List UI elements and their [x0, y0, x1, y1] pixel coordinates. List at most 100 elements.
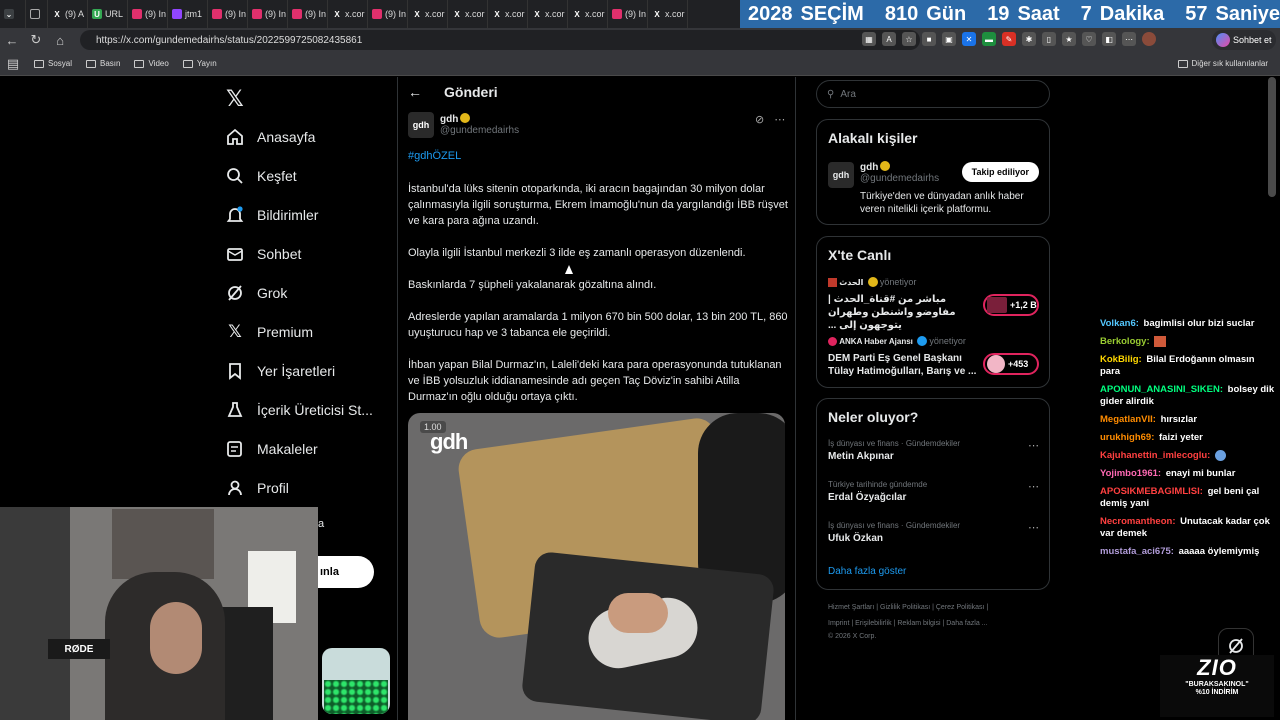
bookmarks-menu-icon[interactable]: ▤ [6, 52, 20, 76]
browser-tab[interactable]: Xx.cor [328, 0, 368, 28]
favorite-star-icon[interactable]: ☆ [902, 32, 916, 46]
browser-tab[interactable]: Xx.cor [528, 0, 568, 28]
post-button[interactable]: ınla [318, 556, 374, 588]
more-options-icon[interactable]: ⋯ [1028, 439, 1039, 452]
live-title-text[interactable]: DEM Parti Eş Genel Başkanı Tülay Hatimoğ… [828, 352, 978, 378]
url-field[interactable]: https://x.com/gundemedairhs/status/20225… [80, 30, 920, 50]
trends-title: Neler oluyor? [828, 409, 919, 425]
sidebar-item-grok[interactable]: Grok [226, 273, 373, 312]
chat-text: hırsızlar [1160, 414, 1198, 426]
browser-tab[interactable]: (9) In [128, 0, 168, 28]
chat-message: Kajuhanettin_imlecoglu: [1100, 450, 1275, 462]
split-screen-icon[interactable]: ▯ [1042, 32, 1056, 46]
home-icon[interactable]: ⌂ [48, 28, 72, 52]
browser-tab[interactable] [26, 0, 48, 28]
browser-tab[interactable]: (9) In [248, 0, 288, 28]
chat-message: urukhigh69: faizi yeter [1100, 432, 1275, 444]
sidebar-item-chat[interactable]: Sohbet [226, 234, 373, 273]
live-on-x-card: X'te Canlı الحدث yönetiyor مباشر من #قنا… [816, 236, 1050, 388]
live-listener-count[interactable]: +453 [983, 353, 1039, 375]
copilot-chat-button[interactable]: Sohbet et [1212, 30, 1276, 50]
browser-tab[interactable]: U URL [88, 0, 128, 28]
live-host[interactable]: ANKA Haber Ajansı yönetiyor [828, 335, 966, 347]
sidebar-item-premium[interactable]: 𝕏 Premium [226, 312, 373, 351]
sidebar-item-profile[interactable]: Profil [226, 468, 373, 507]
tab-label: x.cor [545, 9, 565, 19]
live-host[interactable]: الحدث yönetiyor [828, 276, 916, 288]
tab-label: URL [105, 9, 124, 19]
related-handle: @gundemedairhs [860, 173, 940, 184]
trend-item[interactable]: İş dünyası ve finans · Gündemdekiler Ufuk… [828, 521, 960, 544]
browser-tab[interactable]: ⌄ [0, 0, 26, 28]
search-input[interactable]: ⚲ Ara [816, 80, 1050, 108]
post-hashtag[interactable]: #gdhÖZEL [408, 150, 461, 162]
read-aloud-icon[interactable]: A [882, 32, 896, 46]
browser-tab[interactable]: (9) In [208, 0, 248, 28]
back-arrow-icon[interactable]: ← [408, 84, 422, 100]
more-icon[interactable]: ⋯ [1122, 32, 1136, 46]
avatar[interactable] [1142, 32, 1156, 46]
sidebar-item-creator-studio[interactable]: İçerik Üreticisi St... [226, 390, 373, 429]
x-logo-icon[interactable]: 𝕏 [226, 86, 244, 112]
puzzle-icon[interactable]: ✱ [1022, 32, 1036, 46]
sidebar-item-bookmarks[interactable]: Yer İşaretleri [226, 351, 373, 390]
bookmark-folder[interactable]: Sosyal [34, 59, 72, 68]
browser-tab[interactable]: (9) In [368, 0, 408, 28]
browser-tab[interactable]: jtm1 [168, 0, 208, 28]
browser-tab[interactable]: (9) In [608, 0, 648, 28]
extension-icon[interactable]: ✕ [962, 32, 976, 46]
sidebar-item-home[interactable]: Anasayfa [226, 117, 373, 156]
author-block[interactable]: gdh @gundemedairhs [440, 113, 519, 136]
related-avatar[interactable]: gdh [828, 162, 854, 188]
sidebar-item-explore[interactable]: Keşfet [226, 156, 373, 195]
grok-explain-icon[interactable]: ⊘ [755, 113, 764, 126]
author-avatar[interactable]: gdh [408, 112, 434, 138]
x-icon: X [574, 9, 580, 19]
browser-tab[interactable]: Xx.cor [648, 0, 688, 28]
page-scrollbar[interactable] [1268, 77, 1276, 197]
favorites-icon[interactable]: ★ [1062, 32, 1076, 46]
following-button[interactable]: Takip ediliyor [961, 162, 1039, 182]
bookmark-folder-other[interactable]: Diğer sık kullanılanlar [1177, 59, 1268, 68]
trend-item[interactable]: İş dünyası ve finans · Gündemdekiler Meti… [828, 439, 960, 462]
folder-icon [1177, 59, 1188, 68]
reload-icon[interactable]: ↻ [24, 28, 48, 52]
more-options-icon[interactable]: ⋯ [1028, 480, 1039, 493]
browser-tab[interactable]: (9) In [288, 0, 328, 28]
extension-icon[interactable]: ▬ [982, 32, 996, 46]
post-video[interactable]: 1.00 gdh [408, 413, 785, 720]
footer-links[interactable]: Imprint | Erişilebilirlik | Reklam bilgi… [828, 620, 988, 627]
tab-menu-icon[interactable]: ⌄ [4, 9, 14, 19]
browser-tab[interactable]: Xx.cor [448, 0, 488, 28]
heart-icon[interactable]: ♡ [1082, 32, 1096, 46]
apps-icon[interactable]: ▦ [862, 32, 876, 46]
tab-label: jtm1 [185, 9, 203, 19]
trend-item[interactable]: Türkiye tarihinde gündemde Erdal Özyağcıl… [828, 480, 927, 503]
browser-tab[interactable]: Xx.cor [568, 0, 608, 28]
bookmark-folder[interactable]: Video [134, 59, 169, 68]
live-title-text[interactable]: مباشر من #قناة_الحدث | مفاوضو واشنطن وطه… [828, 293, 978, 332]
countdown-hours: 19 [987, 2, 1010, 25]
bookmark-folder[interactable]: Yayın [182, 59, 217, 68]
bookmark-folder[interactable]: Basın [86, 59, 120, 68]
extension-icon[interactable]: ✎ [1002, 32, 1016, 46]
extension-icon[interactable]: ▣ [942, 32, 956, 46]
live-listener-count[interactable]: +1,2 B [983, 294, 1039, 316]
collections-icon[interactable]: ◧ [1102, 32, 1116, 46]
show-more-link[interactable]: Daha fazla göster [828, 566, 906, 577]
browser-tab[interactable]: Xx.cor [408, 0, 448, 28]
bookmark-label: Basın [100, 59, 121, 68]
more-options-icon[interactable]: ⋯ [1028, 521, 1039, 534]
related-author[interactable]: gdh @gundemedairhs [860, 161, 940, 184]
browser-tab[interactable]: Xx.cor [488, 0, 528, 28]
browser-tab[interactable]: X (9) A [48, 0, 88, 28]
flask-icon [226, 401, 244, 419]
sidebar-item-articles[interactable]: Makaleler [226, 429, 373, 468]
footer-links[interactable]: Hizmet Şartları | Gizlilik Politikası | … [828, 604, 988, 611]
related-title: Alakalı kişiler [828, 130, 918, 146]
back-icon[interactable]: ← [0, 28, 24, 52]
channel-logo-icon [828, 337, 837, 347]
sidebar-item-notifications[interactable]: Bildirimler [226, 195, 373, 234]
extension-icon[interactable]: ■ [922, 32, 936, 46]
more-options-icon[interactable]: ⋯ [774, 113, 785, 126]
